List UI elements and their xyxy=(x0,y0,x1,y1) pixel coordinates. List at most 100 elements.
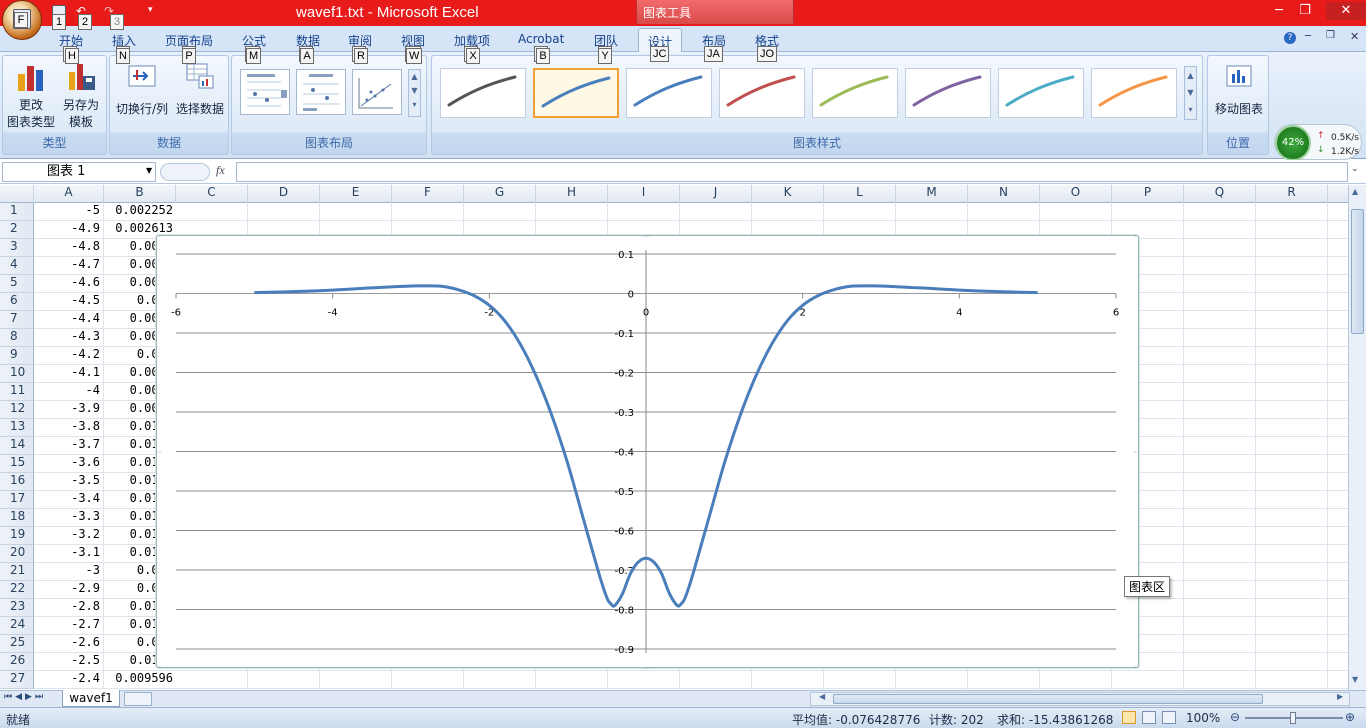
row-header[interactable]: 2 xyxy=(0,221,34,239)
column-header-J[interactable]: J xyxy=(680,185,752,203)
chart-layout-2[interactable] xyxy=(296,69,346,115)
row-header[interactable]: 9 xyxy=(0,347,34,365)
cell-a[interactable]: -2.5 xyxy=(34,653,104,671)
column-header-E[interactable]: E xyxy=(320,185,392,203)
row-header[interactable]: 21 xyxy=(0,563,34,581)
row-header[interactable]: 4 xyxy=(0,257,34,275)
row-header[interactable]: 18 xyxy=(0,509,34,527)
row-header[interactable]: 15 xyxy=(0,455,34,473)
cell-a[interactable]: -4.3 xyxy=(34,329,104,347)
move-chart-button[interactable]: 移动图表 xyxy=(1210,64,1268,118)
column-header-B[interactable]: B xyxy=(104,185,176,203)
cell-a[interactable]: -3.1 xyxy=(34,545,104,563)
qat-customize-icon[interactable]: ▾ xyxy=(148,5,153,15)
save-as-template-button[interactable]: 另存为 模板 xyxy=(57,60,105,131)
column-header-M[interactable]: M xyxy=(896,185,968,203)
row-header[interactable]: 16 xyxy=(0,473,34,491)
cell-a[interactable]: -4.5 xyxy=(34,293,104,311)
ribbon-minimize-icon[interactable]: ─ xyxy=(1305,31,1311,42)
zoom-in-icon[interactable]: ⊕ xyxy=(1345,710,1355,724)
chart-style-1[interactable] xyxy=(440,68,526,118)
horizontal-scroll-thumb[interactable] xyxy=(833,694,1263,704)
column-header-A[interactable]: A xyxy=(34,185,104,203)
chart-layout-1[interactable] xyxy=(240,69,290,115)
row-header[interactable]: 23 xyxy=(0,599,34,617)
cell-a[interactable]: -2.8 xyxy=(34,599,104,617)
row-header[interactable]: 12 xyxy=(0,401,34,419)
cell-a[interactable]: -2.9 xyxy=(34,581,104,599)
page-layout-view-icon[interactable] xyxy=(1142,711,1156,724)
column-header-K[interactable]: K xyxy=(752,185,824,203)
restore-icon[interactable]: ❐ xyxy=(1292,2,1318,20)
name-box-dropdown-icon[interactable]: ▼ xyxy=(146,166,152,175)
switch-row-col-button[interactable]: 切换行/列 xyxy=(112,62,172,118)
row-header[interactable]: 19 xyxy=(0,527,34,545)
column-header-C[interactable]: C xyxy=(176,185,248,203)
select-data-button[interactable]: 选择数据 xyxy=(172,62,228,118)
cell-a[interactable]: -3.9 xyxy=(34,401,104,419)
cell-a[interactable]: -3.6 xyxy=(34,455,104,473)
column-header-L[interactable]: L xyxy=(824,185,896,203)
close-icon[interactable]: ✕ xyxy=(1326,2,1366,20)
sheet-nav-icons[interactable]: ⏮◀▶⏭ xyxy=(4,692,46,702)
row-header[interactable]: 6 xyxy=(0,293,34,311)
row-header[interactable]: 3 xyxy=(0,239,34,257)
row-header[interactable]: 22 xyxy=(0,581,34,599)
zoom-out-icon[interactable]: ⊖ xyxy=(1230,710,1240,724)
row-header[interactable]: 25 xyxy=(0,635,34,653)
chart-layout-3[interactable] xyxy=(352,69,402,115)
cell-a[interactable]: -4.8 xyxy=(34,239,104,257)
row-header[interactable]: 8 xyxy=(0,329,34,347)
column-header-P[interactable]: P xyxy=(1112,185,1184,203)
formula-bar-expander[interactable] xyxy=(160,163,210,181)
chart-style-8[interactable] xyxy=(1091,68,1177,118)
scroll-up-icon[interactable]: ▲ xyxy=(1352,187,1358,196)
help-icon[interactable]: ? xyxy=(1284,32,1296,44)
vertical-scrollbar[interactable]: ▲ ▼ xyxy=(1348,185,1366,690)
formula-bar-collapse-icon[interactable]: ⌄ xyxy=(1351,164,1359,174)
cell-a[interactable]: -4.6 xyxy=(34,275,104,293)
scroll-left-icon[interactable]: ◀ xyxy=(819,692,825,701)
insert-function-icon[interactable]: fx xyxy=(216,163,225,178)
cell-a[interactable]: -5 xyxy=(34,203,104,221)
insert-sheet-icon[interactable] xyxy=(124,692,152,706)
column-header-N[interactable]: N xyxy=(968,185,1040,203)
row-header[interactable]: 24 xyxy=(0,617,34,635)
cell-a[interactable]: -4.7 xyxy=(34,257,104,275)
vertical-scroll-thumb[interactable] xyxy=(1351,209,1364,334)
column-header-D[interactable]: D xyxy=(248,185,320,203)
scroll-down-icon[interactable]: ▼ xyxy=(1352,675,1358,684)
column-header-O[interactable]: O xyxy=(1040,185,1112,203)
minimize-icon[interactable]: ─ xyxy=(1266,2,1292,20)
tab-acrobat[interactable]: Acrobat xyxy=(518,32,564,46)
sheet-tab-wavef1[interactable]: wavef1 xyxy=(62,690,120,707)
cell-a[interactable]: -4.4 xyxy=(34,311,104,329)
zoom-slider-thumb[interactable] xyxy=(1290,712,1296,724)
zoom-level[interactable]: 100% xyxy=(1186,711,1220,725)
column-header-I[interactable]: I xyxy=(608,185,680,203)
cell-a[interactable]: -4.2 xyxy=(34,347,104,365)
chart-style-5[interactable] xyxy=(812,68,898,118)
cell-a[interactable]: -2.6 xyxy=(34,635,104,653)
column-header-R[interactable]: R xyxy=(1256,185,1328,203)
chart-style-2[interactable] xyxy=(533,68,619,118)
row-header[interactable]: 13 xyxy=(0,419,34,437)
column-header-F[interactable]: F xyxy=(392,185,464,203)
row-header[interactable]: 10 xyxy=(0,365,34,383)
cell-b[interactable]: 0.002252 xyxy=(104,203,176,221)
cell-a[interactable]: -3.5 xyxy=(34,473,104,491)
row-header[interactable]: 26 xyxy=(0,653,34,671)
layout-gallery-scroll[interactable]: ▲ ▼ ▾ xyxy=(408,69,421,117)
chart-style-6[interactable] xyxy=(905,68,991,118)
column-header-Q[interactable]: Q xyxy=(1184,185,1256,203)
row-header[interactable]: 17 xyxy=(0,491,34,509)
column-header-H[interactable]: H xyxy=(536,185,608,203)
cell-b[interactable]: 0.009596 xyxy=(104,671,176,689)
cell-a[interactable]: -4 xyxy=(34,383,104,401)
cell-a[interactable]: -3 xyxy=(34,563,104,581)
cell-a[interactable]: -3.4 xyxy=(34,491,104,509)
cell-a[interactable]: -3.7 xyxy=(34,437,104,455)
chart-area[interactable]: 0.1 0 -0.1 -0.2 -0.3 -0.4 -0.5 -0.6 -0.7 -0.8 -0.9… xyxy=(153,232,1143,675)
row-header[interactable]: 14 xyxy=(0,437,34,455)
row-header[interactable]: 27 xyxy=(0,671,34,689)
